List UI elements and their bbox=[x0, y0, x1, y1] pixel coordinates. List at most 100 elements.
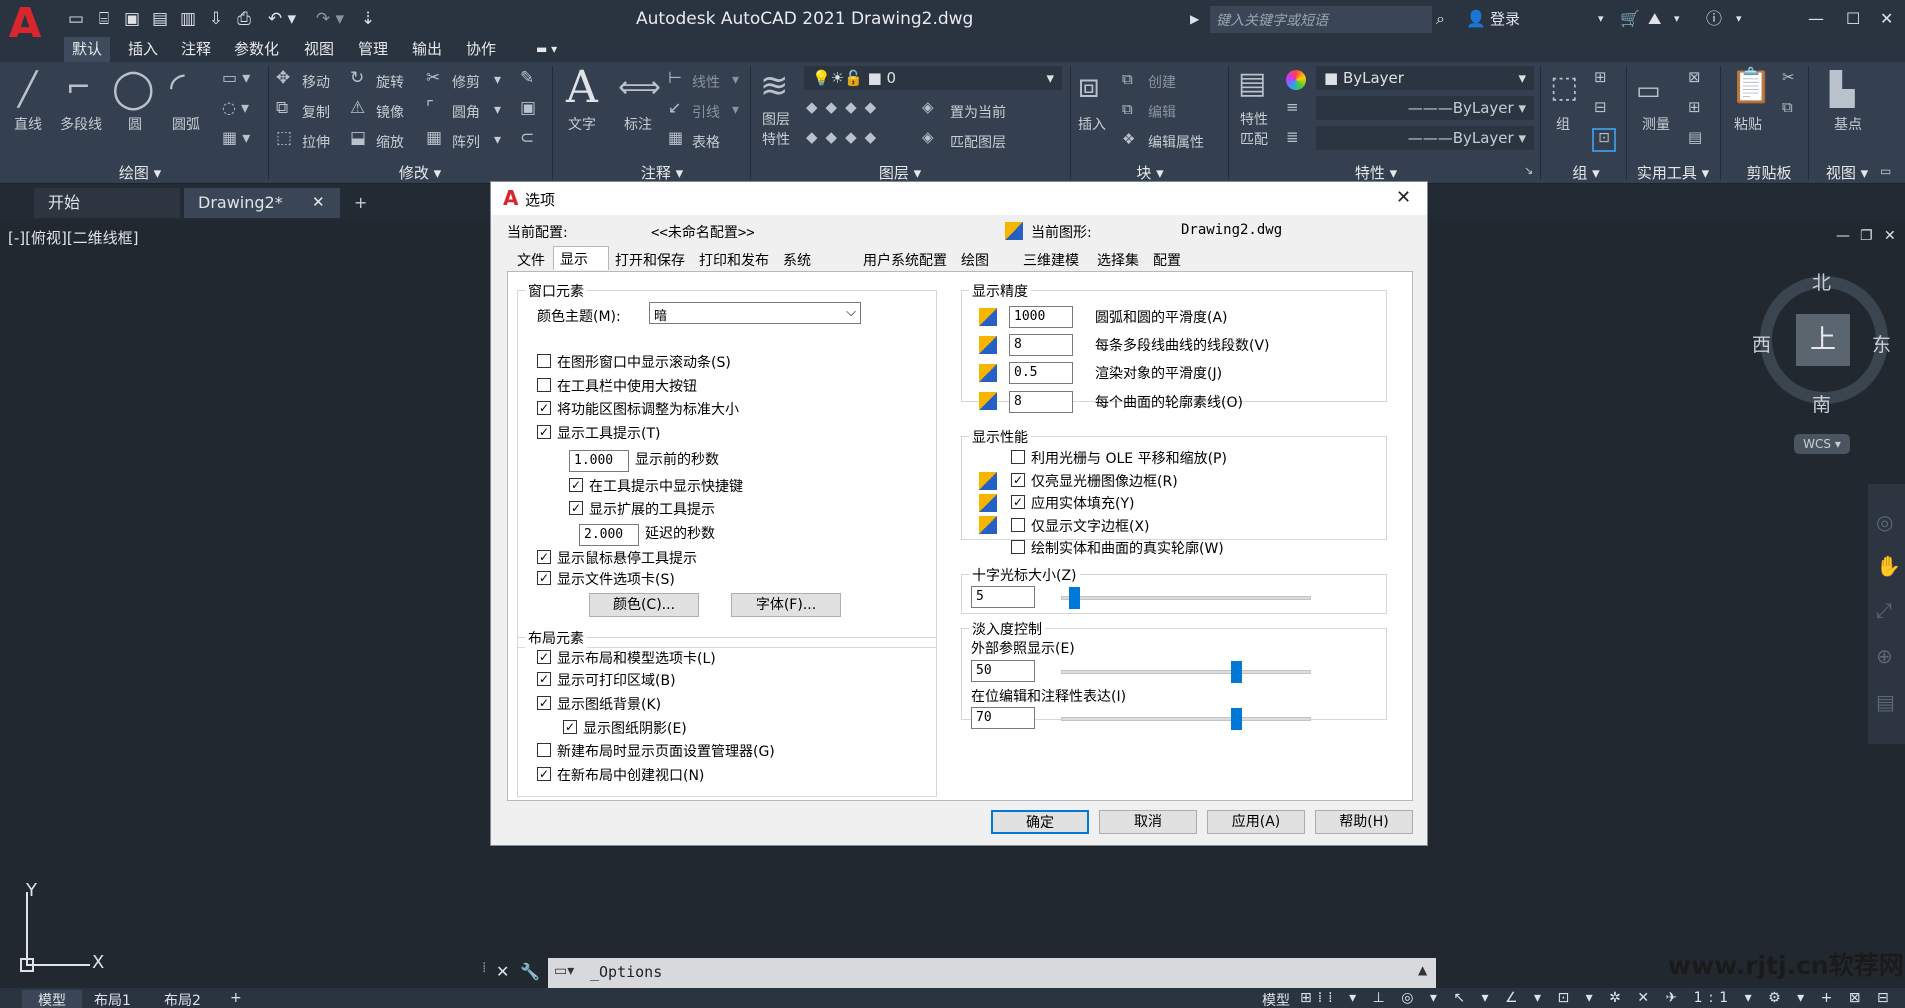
tab-profiles[interactable]: 配置 bbox=[1147, 248, 1187, 270]
ribbon-tab-annotate[interactable]: 注释 bbox=[173, 37, 219, 62]
redo-icon[interactable]: ↷ ▾ bbox=[310, 7, 350, 31]
solid-fill-checkbox[interactable]: ✓ bbox=[1011, 495, 1025, 509]
command-history-icon[interactable]: ▲ bbox=[1418, 963, 1427, 977]
apply-button[interactable]: 应用(A) bbox=[1207, 810, 1305, 834]
minimize-icon[interactable]: — bbox=[1808, 7, 1824, 31]
cart-icon[interactable]: 🛒 bbox=[1620, 7, 1640, 31]
explode-icon[interactable]: ▣ bbox=[520, 98, 536, 118]
group-icon[interactable]: ⬚ bbox=[1550, 70, 1578, 105]
linetype-dropdown[interactable]: ———ByLayer ▾ bbox=[1316, 96, 1534, 120]
steering-wheel-icon[interactable]: ◎ bbox=[1876, 510, 1893, 534]
save-icon[interactable]: ▣ bbox=[120, 7, 144, 31]
fillet-icon[interactable]: ⌜ bbox=[426, 98, 434, 118]
highlight-raster-checkbox[interactable]: ✓ bbox=[1011, 473, 1025, 487]
base-point-icon[interactable]: ▙ bbox=[1830, 70, 1855, 108]
edit-attributes-button[interactable]: 编辑属性 bbox=[1148, 132, 1204, 152]
ribbon-tab-manage[interactable]: 管理 bbox=[350, 37, 396, 62]
layout2-tab[interactable]: 布局2 bbox=[164, 990, 201, 1008]
tab-system[interactable]: 系统 bbox=[777, 248, 817, 270]
leader-dropdown-icon[interactable]: ▾ bbox=[732, 102, 739, 118]
help-icon[interactable]: ⓘ bbox=[1706, 7, 1722, 31]
drawing-tab-close-icon[interactable]: ✕ bbox=[312, 193, 325, 211]
layout-model-tabs-checkbox[interactable]: ✓ bbox=[537, 650, 551, 664]
hatch-icon[interactable]: ◌ ▾ bbox=[222, 98, 249, 117]
tab-display[interactable]: 显示 bbox=[553, 246, 609, 270]
circle-icon[interactable]: ◯ bbox=[112, 66, 155, 110]
rectangle-icon[interactable]: ▭ ▾ bbox=[222, 68, 250, 87]
large-buttons-checkbox[interactable] bbox=[537, 378, 551, 392]
rendered-smoothness-input[interactable]: 0.5 bbox=[1009, 362, 1073, 384]
create-block-button[interactable]: 创建 bbox=[1148, 72, 1176, 92]
cancel-button[interactable]: 取消 bbox=[1099, 810, 1197, 834]
colors-button[interactable]: 颜色(C)... bbox=[589, 593, 699, 617]
utility-1-icon[interactable]: ⊠ bbox=[1688, 68, 1701, 86]
zoom-extents-icon[interactable]: ⤢ bbox=[1876, 598, 1892, 622]
base-button-label[interactable]: 基点 bbox=[1834, 114, 1862, 134]
layout1-tab[interactable]: 布局1 bbox=[94, 990, 131, 1008]
layer-tools-row1-icon[interactable]: ◆◆◆◆ bbox=[806, 98, 884, 116]
text-icon[interactable]: A bbox=[566, 62, 598, 113]
xref-display-input[interactable]: 50 bbox=[971, 660, 1035, 682]
lineweight-dropdown[interactable]: ———ByLayer ▾ bbox=[1316, 126, 1534, 150]
crosshair-size-input[interactable]: 5 bbox=[971, 586, 1035, 608]
customize-qat-icon[interactable]: ⇣ bbox=[356, 7, 380, 31]
showmotion-icon[interactable]: ▤ bbox=[1876, 690, 1895, 714]
command-input[interactable]: _Options bbox=[590, 963, 662, 981]
color-wheel-icon[interactable] bbox=[1286, 70, 1306, 90]
ribbon-tab-parametric[interactable]: 参数化 bbox=[226, 37, 287, 62]
resize-ribbon-icons-checkbox[interactable]: ✓ bbox=[537, 401, 551, 415]
tab-3d-modeling[interactable]: 三维建模 bbox=[1017, 248, 1085, 270]
viewport-controls[interactable]: [-][俯视][二维线框] bbox=[8, 227, 139, 248]
login-dropdown-icon[interactable]: ▾ bbox=[1598, 7, 1604, 31]
clipboard-panel-title[interactable]: 剪贴板 bbox=[1734, 162, 1804, 184]
edit-block-icon[interactable]: ⧉ bbox=[1122, 100, 1133, 118]
dimension-icon[interactable]: ⟺ bbox=[618, 70, 661, 105]
ribbon-tab-output[interactable]: 输出 bbox=[404, 37, 450, 62]
maximize-icon[interactable]: ☐ bbox=[1846, 7, 1860, 31]
tab-selection[interactable]: 选择集 bbox=[1091, 248, 1145, 270]
command-line[interactable] bbox=[548, 958, 1436, 988]
paper-background-checkbox[interactable]: ✓ bbox=[537, 696, 551, 710]
table-icon[interactable]: ▦ bbox=[668, 128, 683, 147]
ribbon-tab-view[interactable]: 视图 bbox=[296, 37, 342, 62]
page-setup-manager-checkbox[interactable] bbox=[537, 743, 551, 757]
match-properties-icon[interactable]: ▤ bbox=[1238, 66, 1266, 101]
xref-slider-thumb[interactable] bbox=[1231, 661, 1242, 683]
save-as-icon[interactable]: ▤ bbox=[148, 7, 172, 31]
stretch-button[interactable]: 拉伸 bbox=[302, 132, 330, 152]
draw-panel-title[interactable]: 绘图 ▾ bbox=[100, 162, 180, 184]
match-layer-button[interactable]: 匹配图层 bbox=[950, 132, 1006, 152]
print-icon[interactable]: ⎙ bbox=[232, 7, 256, 31]
line-icon[interactable]: ╱ bbox=[18, 70, 37, 108]
create-viewport-checkbox[interactable]: ✓ bbox=[537, 767, 551, 781]
paste-icon[interactable]: 📋 bbox=[1730, 66, 1772, 106]
tab-files[interactable]: 文件 bbox=[511, 248, 551, 270]
rollover-tooltips-checkbox[interactable]: ✓ bbox=[537, 550, 551, 564]
contour-lines-input[interactable]: 8 bbox=[1009, 391, 1073, 413]
arc-button-label[interactable]: 圆弧 bbox=[172, 114, 200, 134]
user-icon[interactable]: 👤 bbox=[1466, 7, 1486, 31]
array-button[interactable]: 阵列 bbox=[452, 132, 480, 152]
linetype-icon[interactable]: ≡ bbox=[1286, 98, 1299, 116]
copy-button[interactable]: 复制 bbox=[302, 102, 330, 122]
properties-dialog-launcher-icon[interactable]: ↘ bbox=[1524, 164, 1533, 177]
trim-icon[interactable]: ✂ bbox=[426, 68, 440, 88]
search-icon[interactable]: ⌕ bbox=[1436, 7, 1445, 31]
help-dropdown-icon[interactable]: ▾ bbox=[1736, 7, 1742, 31]
table-button[interactable]: 表格 bbox=[692, 132, 720, 152]
command-prompt-icon[interactable]: ▭▾ bbox=[554, 963, 574, 979]
copy-icon[interactable]: ⧉ bbox=[276, 98, 288, 118]
cut-icon[interactable]: ✂ bbox=[1782, 68, 1795, 86]
search-arrow-icon[interactable]: ▶ bbox=[1190, 7, 1199, 31]
mirror-icon[interactable]: ⚠ bbox=[350, 98, 365, 118]
array-icon[interactable]: ▦ bbox=[426, 128, 442, 148]
login-link[interactable]: 登录 bbox=[1490, 7, 1520, 31]
compass-south[interactable]: 南 bbox=[1812, 390, 1831, 417]
rotate-icon[interactable]: ↻ bbox=[350, 68, 364, 88]
crosshair-slider-thumb[interactable] bbox=[1068, 587, 1080, 609]
pan-icon[interactable]: ✋ bbox=[1876, 554, 1901, 578]
start-tab[interactable]: 开始 bbox=[34, 188, 180, 218]
arc-smoothness-input[interactable]: 1000 bbox=[1009, 306, 1073, 328]
layer-dropdown[interactable]: 💡☀🔓 ■ 0 ▾ bbox=[804, 66, 1062, 90]
set-current-button[interactable]: 置为当前 bbox=[950, 102, 1006, 122]
